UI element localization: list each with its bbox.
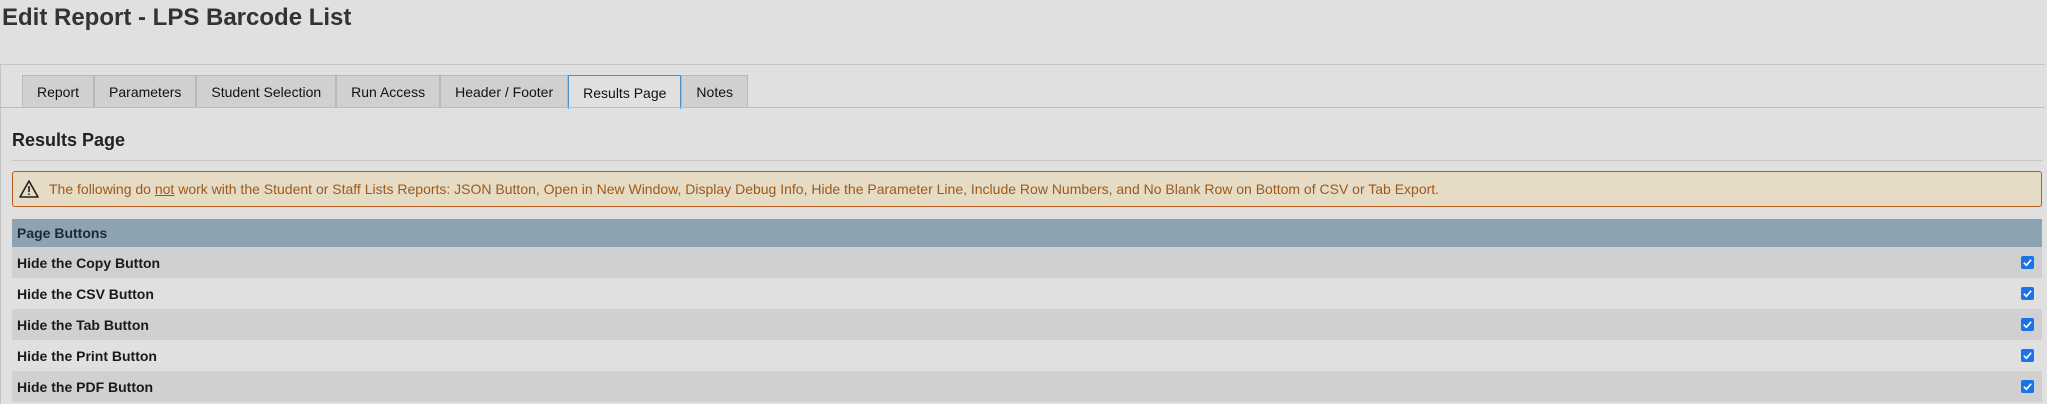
tab-parameters[interactable]: Parameters — [94, 75, 197, 108]
table-row: Hide the Print Button — [12, 340, 2042, 371]
warning-banner: The following do not work with the Stude… — [12, 171, 2042, 207]
hide-print-button-checkbox[interactable] — [2021, 349, 2034, 362]
section-title: Results Page — [12, 130, 126, 150]
warning-emphasis: not — [154, 181, 175, 197]
row-label: Hide the PDF Button — [17, 378, 154, 395]
page-title: Edit Report - LPS Barcode List — [2, 4, 352, 31]
row-label: Hide the CSV Button — [17, 285, 154, 302]
tab-bar: Report Parameters Student Selection Run … — [22, 74, 748, 109]
checkmark-icon — [2023, 383, 2032, 391]
checkmark-icon — [2023, 290, 2032, 298]
tab-student-selection[interactable]: Student Selection — [196, 75, 337, 108]
hide-tab-button-checkbox[interactable] — [2021, 318, 2034, 331]
table-row: Hide the Copy Button — [12, 247, 2042, 278]
row-label: Hide the Copy Button — [17, 254, 161, 271]
tab-header-footer[interactable]: Header / Footer — [440, 75, 569, 108]
tab-run-access[interactable]: Run Access — [336, 75, 441, 108]
tab-divider — [0, 107, 2045, 108]
table-row: Hide the PDF Button — [12, 371, 2042, 402]
tab-notes[interactable]: Notes — [681, 75, 748, 108]
hide-csv-button-checkbox[interactable] — [2021, 287, 2034, 300]
page-buttons-table: Page Buttons Hide the Copy Button Hide t… — [12, 219, 2042, 402]
warning-text: The following do not work with the Stude… — [49, 181, 1440, 197]
checkmark-icon — [2023, 352, 2032, 360]
page-buttons-header: Page Buttons — [12, 219, 2042, 247]
table-row: Hide the Tab Button — [12, 309, 2042, 340]
warning-icon — [19, 180, 39, 198]
checkmark-icon — [2023, 321, 2032, 329]
table-row: Hide the CSV Button — [12, 278, 2042, 309]
row-label: Hide the Print Button — [17, 347, 157, 364]
tab-report[interactable]: Report — [22, 75, 95, 108]
section-divider — [12, 160, 2042, 161]
hide-pdf-button-checkbox[interactable] — [2021, 380, 2034, 393]
hide-copy-button-checkbox[interactable] — [2021, 256, 2034, 269]
row-label: Hide the Tab Button — [17, 316, 149, 333]
tab-results-page[interactable]: Results Page — [568, 75, 682, 109]
checkmark-icon — [2023, 259, 2032, 267]
